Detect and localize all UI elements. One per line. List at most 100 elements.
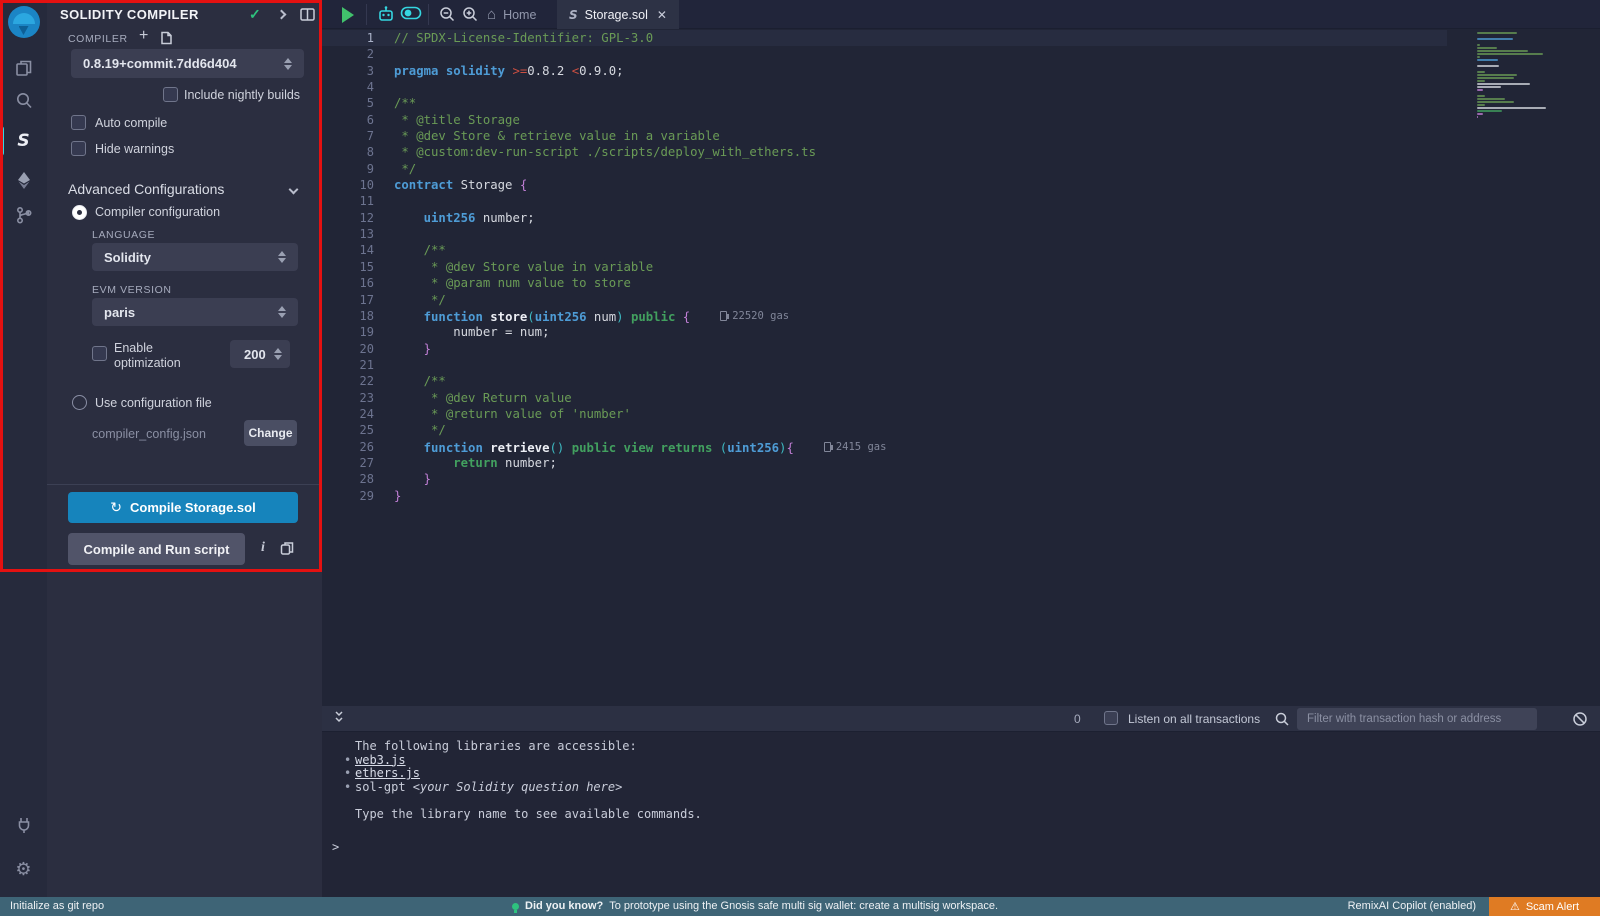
plugin-manager-icon[interactable]: [0, 808, 47, 842]
home-icon: ⌂: [487, 7, 496, 22]
tab-home[interactable]: ⌂ Home: [475, 0, 548, 29]
info-icon[interactable]: i: [261, 540, 265, 556]
chevron-down-icon[interactable]: [289, 185, 299, 195]
enable-optimization-checkbox[interactable]: [92, 346, 107, 361]
open-file-icon[interactable]: [159, 31, 173, 50]
code-line: 1// SPDX-License-Identifier: GPL-3.0: [322, 30, 1447, 46]
scam-alert-badge[interactable]: ⚠ Scam Alert: [1489, 897, 1600, 916]
terminal-output[interactable]: The following libraries are accessible:•…: [322, 732, 1600, 897]
code-line: 29}: [322, 488, 1447, 504]
clear-terminal-icon[interactable]: [1572, 711, 1588, 732]
transaction-filter-input[interactable]: [1297, 708, 1537, 730]
use-configuration-file-label: Use configuration file: [95, 396, 212, 410]
evm-version-value: paris: [104, 305, 135, 320]
compiler-configuration-radio[interactable]: [72, 205, 87, 220]
code-line: 6 * @title Storage: [322, 112, 1447, 128]
lightbulb-icon: [512, 903, 519, 910]
transaction-count: 0: [1074, 712, 1081, 726]
library-link[interactable]: web3.js: [355, 753, 406, 767]
remix-ide-window: S ⚙ SOLIDITY COMPILER ✓ COMPILER + 0.8.1…: [0, 0, 1600, 916]
code-line: 25 */: [322, 422, 1447, 438]
warning-icon: ⚠: [1510, 900, 1520, 913]
file-explorer-icon[interactable]: [0, 51, 47, 85]
code-line: 8 * @custom:dev-run-script ./scripts/dep…: [322, 144, 1447, 160]
code-line: 20 }: [322, 341, 1447, 357]
terminal-prompt[interactable]: >: [322, 840, 1600, 854]
run-script-play-button[interactable]: [342, 7, 354, 23]
auto-compile-label: Auto compile: [95, 116, 167, 130]
evm-version-label: EVM VERSION: [92, 284, 172, 296]
scam-alert-label: Scam Alert: [1526, 901, 1579, 913]
auto-compile-checkbox[interactable]: [71, 115, 86, 130]
tab-home-label: Home: [503, 8, 536, 22]
include-nightly-label: Include nightly builds: [184, 88, 300, 102]
zoom-out-icon[interactable]: [438, 5, 457, 29]
code-line: 2: [322, 46, 1447, 62]
expand-terminal-icon[interactable]: [332, 709, 346, 732]
refresh-icon: ↻: [110, 500, 122, 516]
advanced-configurations-title[interactable]: Advanced Configurations: [68, 181, 224, 197]
code-line: 14 /**: [322, 242, 1447, 258]
terminal-line: •web3.js: [322, 754, 1600, 768]
hide-warnings-checkbox[interactable]: [71, 141, 86, 156]
add-compiler-icon[interactable]: +: [139, 27, 148, 45]
code-line: 5/**: [322, 95, 1447, 111]
terminal-search-icon[interactable]: [1274, 711, 1291, 733]
select-arrows-icon: [278, 251, 286, 263]
terminal-line: •sol-gpt <your Solidity question here>: [322, 781, 1600, 795]
compile-success-check-icon: ✓: [249, 6, 261, 23]
compile-button[interactable]: ↻ Compile Storage.sol: [68, 492, 298, 523]
code-line: 19 number = num;: [322, 324, 1447, 340]
topbar-divider: [428, 4, 429, 25]
code-line: 10contract Storage {: [322, 177, 1447, 193]
code-line: 13: [322, 226, 1447, 242]
compiler-version-select[interactable]: 0.8.19+commit.7dd6d404: [71, 49, 304, 78]
topbar-divider: [366, 4, 367, 25]
language-label: LANGUAGE: [92, 229, 155, 241]
listen-all-transactions-label: Listen on all transactions: [1128, 712, 1260, 726]
chevron-right-icon[interactable]: [277, 10, 287, 20]
code-editor[interactable]: 1// SPDX-License-Identifier: GPL-3.023pr…: [322, 30, 1600, 706]
code-line: 22 /**: [322, 373, 1447, 389]
code-line: 21: [322, 357, 1447, 373]
compile-and-run-button[interactable]: Compile and Run script: [68, 533, 245, 565]
copilot-robot-icon[interactable]: [376, 4, 396, 29]
remix-logo[interactable]: [0, 5, 47, 39]
change-config-button[interactable]: Change: [244, 420, 297, 446]
settings-icon[interactable]: ⚙: [0, 852, 47, 886]
config-file-name: compiler_config.json: [92, 427, 206, 441]
optimization-runs-input[interactable]: 200: [230, 340, 290, 368]
copy-icon[interactable]: [280, 541, 294, 560]
solidity-compiler-icon[interactable]: S: [0, 124, 47, 158]
compiler-configuration-label: Compiler configuration: [95, 205, 220, 219]
terminal-line: The following libraries are accessible:: [322, 740, 1600, 754]
git-icon[interactable]: [0, 198, 47, 232]
hide-warnings-label: Hide warnings: [95, 142, 174, 156]
main-content: ⌂ Home S Storage.sol ✕ 1// SPDX-License-…: [322, 0, 1600, 897]
code-line: 9 */: [322, 161, 1447, 177]
panel-title: SOLIDITY COMPILER: [60, 7, 199, 22]
language-value: Solidity: [104, 250, 151, 265]
library-link[interactable]: ethers.js: [355, 766, 420, 780]
deploy-run-icon[interactable]: [0, 163, 47, 197]
language-select[interactable]: Solidity: [92, 243, 298, 271]
copilot-status[interactable]: RemixAI Copilot (enabled): [1348, 900, 1476, 912]
code-line: 16 * @param num value to store: [322, 275, 1447, 291]
listen-all-transactions-checkbox[interactable]: [1104, 711, 1118, 725]
include-nightly-checkbox[interactable]: [163, 87, 178, 102]
use-configuration-file-radio[interactable]: [72, 395, 87, 410]
copilot-toggle-icon[interactable]: [400, 6, 422, 25]
number-arrows-icon: [274, 348, 282, 360]
close-tab-icon[interactable]: ✕: [657, 8, 667, 22]
init-git-repo-button[interactable]: Initialize as git repo: [10, 900, 104, 912]
editor-minimap[interactable]: [1477, 30, 1589, 119]
code-lines: 1// SPDX-License-Identifier: GPL-3.023pr…: [322, 30, 1600, 504]
split-columns-icon[interactable]: [300, 8, 315, 26]
evm-version-select[interactable]: paris: [92, 298, 298, 326]
solidity-file-icon: S: [569, 8, 578, 22]
select-arrows-icon: [278, 306, 286, 318]
tab-storage-sol[interactable]: S Storage.sol ✕: [557, 0, 679, 29]
code-line: 12 uint256 number;: [322, 210, 1447, 226]
search-icon[interactable]: [0, 84, 47, 118]
compiler-section-label: COMPILER: [68, 33, 128, 45]
